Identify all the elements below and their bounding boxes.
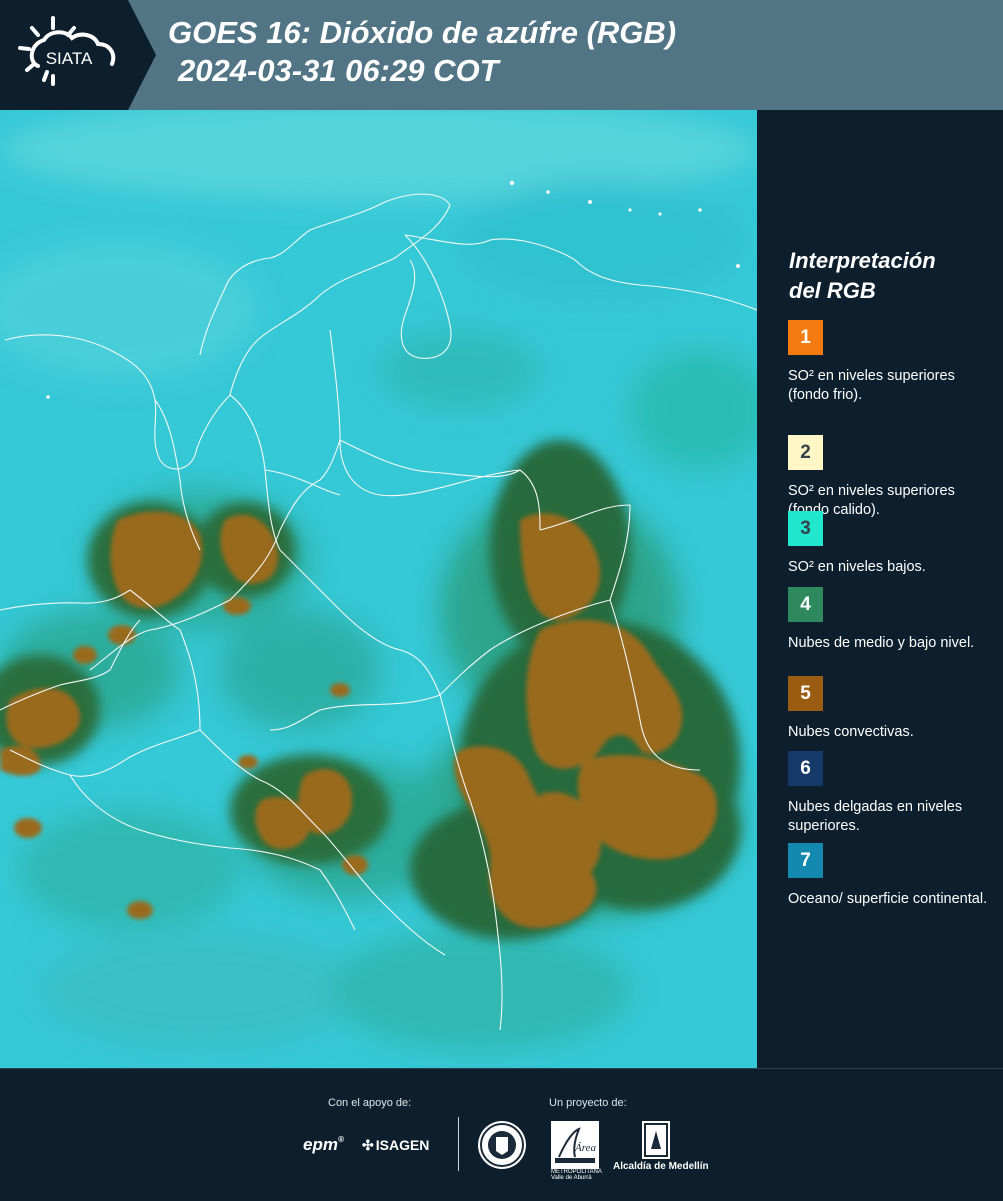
area-logo-icon: Área [555,1127,596,1163]
partner-2-line2: Valle de Aburrá [551,1175,592,1181]
support-label: Con el apoyo de: [328,1097,412,1109]
legend-swatch: 5 [788,676,823,711]
isagen-icon: ✣ [362,1137,374,1153]
siata-logo[interactable]: SIATA [0,0,128,110]
epm-logo-text: epm [303,1135,338,1154]
legend-swatch: 4 [788,587,823,622]
legend-swatch: 2 [788,435,823,470]
shield-icon [644,1123,668,1157]
legend-text: SO² en niveles superiores (fondo frio). [788,368,955,403]
epm-logo[interactable]: epm® [303,1135,344,1155]
legend-swatch: 7 [788,843,823,878]
legend-swatch: 3 [788,511,823,546]
legend-title-line1: Interpretación [789,248,936,273]
legend-panel: Interpretación del RGB 1 SO² en niveles s… [760,110,1003,1068]
legend-text: Nubes de medio y bajo nivel. [788,635,975,651]
title-product: GOES 16: Dióxido de azúfre (RGB) [168,15,677,50]
legend-title-line2: del RGB [789,278,876,303]
area-metropolitana-text: METROPOLITANA Valle de Aburrá [551,1169,602,1181]
legend-item: 5 Nubes convectivas. [788,676,993,742]
footer-divider [458,1117,459,1171]
legend-item: 1 SO² en niveles superiores (fondo frio). [788,320,993,405]
legend-item: 7 Oceano/ superficie continental. [788,843,993,909]
title-timestamp: 2024-03-31 06:29 COT [178,53,499,88]
legend-title: Interpretación del RGB [789,246,936,306]
legend-item: 4 Nubes de medio y bajo nivel. [788,587,993,653]
legend-item: 3 SO² en niveles bajos. [788,511,993,577]
header-bar: SIATA GOES 16: Dióxido de azúfre (RGB) 2… [0,0,1003,110]
project-label: Un proyecto de: [549,1097,627,1109]
medellin-shield-logo[interactable] [642,1121,670,1159]
footer: Con el apoyo de: Un proyecto de: epm® ✣ I… [0,1068,1003,1201]
logo-arrow [128,0,156,110]
satellite-map[interactable] [0,110,757,1068]
registered-mark: ® [337,1135,344,1144]
legend-swatch: 1 [788,320,823,355]
isagen-logo[interactable]: ✣ ISAGEN [362,1137,429,1154]
udem-seal-logo[interactable] [478,1121,526,1169]
seal-icon [480,1123,524,1167]
area-metropolitana-logo[interactable]: Área [551,1121,599,1169]
rgb-composite-image [0,110,757,1068]
svg-text:Área: Área [574,1142,596,1154]
svg-text:SIATA: SIATA [46,49,93,68]
page-title: GOES 16: Dióxido de azúfre (RGB) 2024-03… [168,14,676,90]
legend-text: Oceano/ superficie continental. [788,891,988,907]
legend-item: 2 SO² en niveles superiores (fondo calido… [788,435,993,520]
sun-cloud-icon: SIATA [18,16,116,86]
legend-text: Nubes delgadas en niveles superiores. [788,799,963,834]
legend-text: Nubes convectivas. [788,724,914,740]
legend-text: SO² en niveles bajos. [788,559,926,575]
isagen-logo-text: ISAGEN [375,1137,430,1153]
legend-swatch: 6 [788,751,823,786]
alcaldia-text: Alcaldía de Medellín [613,1161,709,1172]
legend-item: 6 Nubes delgadas en niveles superiores. [788,751,993,836]
